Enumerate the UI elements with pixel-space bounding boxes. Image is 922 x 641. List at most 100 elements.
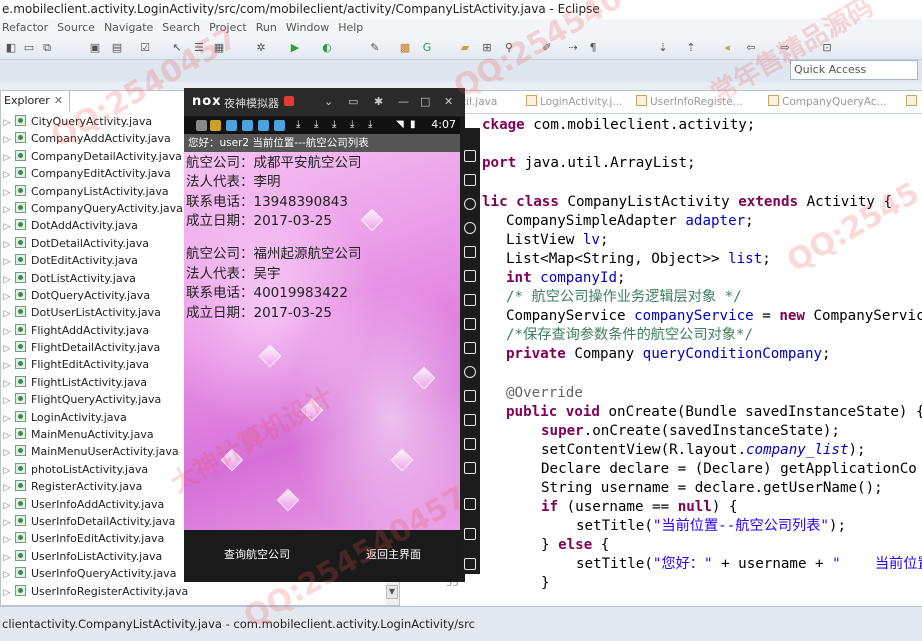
scissors-icon[interactable] bbox=[464, 198, 476, 210]
server-icon[interactable]: ▩ bbox=[398, 41, 412, 55]
code-line: private Company queryConditionCompany; bbox=[506, 346, 831, 362]
back-icon[interactable] bbox=[464, 498, 476, 510]
menu-run[interactable]: Run bbox=[254, 19, 284, 37]
forward-icon[interactable]: ⇨ bbox=[778, 41, 792, 55]
shake-icon[interactable] bbox=[464, 366, 476, 378]
code-line: CompanySimpleAdapter adapter; bbox=[506, 213, 754, 229]
download-icon: ⤓ bbox=[368, 119, 373, 130]
apk-icon[interactable] bbox=[464, 174, 476, 186]
toggle-icon[interactable]: ⇢ bbox=[566, 41, 580, 55]
pin-icon[interactable]: ✐ bbox=[540, 41, 554, 55]
phone-icon[interactable] bbox=[464, 150, 476, 162]
copy-icon[interactable]: ⧉ bbox=[40, 41, 54, 55]
close-icon[interactable]: ✕ bbox=[444, 95, 453, 108]
debug-icon[interactable]: ✲ bbox=[254, 41, 268, 55]
mark-icon[interactable]: ¶ bbox=[586, 41, 600, 55]
tab-label: LoginActivity.j... bbox=[540, 96, 623, 108]
tab-label: UserInfoRegiste... bbox=[650, 96, 743, 108]
next-annotation-icon[interactable]: ⇣ bbox=[656, 41, 670, 55]
multi-instance-icon[interactable] bbox=[464, 414, 476, 426]
prev-annotation-icon[interactable]: ⇡ bbox=[684, 41, 698, 55]
file-name: DotUserListActivity.java bbox=[31, 306, 161, 320]
more-icon[interactable] bbox=[464, 438, 476, 450]
tab-userinfo-register[interactable]: UserInfoRegiste... bbox=[636, 93, 743, 111]
query-company-button[interactable]: 查询航空公司 bbox=[224, 546, 290, 562]
founded-date: 成立日期：2017-03-25 bbox=[186, 305, 332, 321]
tab-util[interactable]: til.java bbox=[462, 93, 497, 111]
code-line: String username = declare.getUserName(); bbox=[541, 480, 883, 496]
scroll-down-icon[interactable]: ▼ bbox=[386, 585, 398, 599]
menu-source[interactable]: Source bbox=[55, 19, 102, 37]
notification-icon bbox=[226, 120, 237, 131]
record-icon[interactable] bbox=[284, 96, 294, 106]
java-file-icon bbox=[15, 201, 26, 213]
open-type-icon[interactable]: ⊞ bbox=[480, 41, 494, 55]
minimize-icon[interactable]: — bbox=[398, 95, 409, 108]
tab-company-query[interactable]: CompanyQueryAc... bbox=[768, 93, 887, 111]
company-list[interactable]: 航空公司：成都平安航空公司 法人代表：李明 联系电话：13948390843 成… bbox=[184, 152, 460, 530]
legal-person: 法人代表：吴宇 bbox=[186, 266, 281, 282]
location-icon[interactable] bbox=[464, 222, 476, 234]
folder-icon[interactable]: ▰ bbox=[458, 41, 472, 55]
file-name: FlightListActivity.java bbox=[31, 375, 148, 389]
code-line: /*保存查询参数条件的航空公司对象*/ bbox=[506, 327, 753, 343]
back-icon[interactable]: ⇦ bbox=[744, 41, 758, 55]
keyboard-icon[interactable]: ▭ bbox=[348, 95, 358, 108]
explorer-file-item[interactable]: ▷ UserInfoRegisterActivity.java bbox=[1, 583, 399, 600]
list-icon[interactable]: ☰ bbox=[192, 41, 206, 55]
menu-help[interactable]: Help bbox=[336, 19, 370, 37]
java-file-icon bbox=[15, 115, 26, 126]
screenshot-icon[interactable] bbox=[464, 390, 476, 402]
recent-apps-icon[interactable] bbox=[464, 558, 476, 570]
folder-icon[interactable] bbox=[464, 270, 476, 282]
refactor-icon[interactable]: ◧ bbox=[4, 41, 18, 55]
tab-explorer[interactable]: Explorer ✕ bbox=[1, 91, 71, 112]
tab-label: CompanyQueryAc... bbox=[782, 96, 887, 108]
menu-search[interactable]: Search bbox=[160, 19, 207, 37]
search-icon[interactable]: ⚲ bbox=[502, 41, 516, 55]
volume-down-icon[interactable] bbox=[464, 318, 476, 330]
new-icon[interactable]: ▭ bbox=[22, 41, 36, 55]
screen-icon[interactable] bbox=[464, 246, 476, 258]
quick-access-input[interactable]: Quick Access bbox=[790, 60, 918, 80]
code-line: /* 航空公司操作业务逻辑层对象 */ bbox=[506, 289, 742, 305]
tab-login-activity[interactable]: LoginActivity.j... bbox=[526, 93, 622, 111]
new-class-icon[interactable]: G bbox=[420, 41, 434, 55]
download-icon: ⤓ bbox=[296, 119, 301, 130]
file-name: DotListActivity.java bbox=[31, 271, 136, 285]
tab-company-list[interactable] bbox=[906, 93, 920, 111]
java-file-icon bbox=[15, 149, 26, 161]
menu-project[interactable]: Project bbox=[207, 19, 254, 37]
window-title: e.mobileclient.activity.LoginActivity/sr… bbox=[0, 0, 922, 19]
perspective-icon[interactable]: ⊡ bbox=[820, 41, 834, 55]
menu-icon[interactable] bbox=[464, 462, 476, 474]
file-name: FlightDetailActivity.java bbox=[31, 341, 161, 355]
nox-emulator-window[interactable]: nox 夜神模拟器 ⌄ ▭ ✱ — □ ✕ ⤓ ⤓ ⤓ ⤓ ⤓ ◥ ▮ 4:07… bbox=[184, 88, 480, 582]
emulator-titlebar[interactable]: nox 夜神模拟器 ⌄ ▭ ✱ — □ ✕ bbox=[184, 88, 465, 116]
apk-install-icon[interactable] bbox=[464, 342, 476, 354]
save-icon[interactable]: ▣ bbox=[88, 41, 102, 55]
menu-navigate[interactable]: Navigate bbox=[102, 19, 160, 37]
expand-arrow-icon[interactable]: ▷ bbox=[1, 585, 13, 602]
java-file-icon bbox=[15, 184, 26, 196]
external-tools-icon[interactable]: ◐ bbox=[320, 41, 334, 55]
close-icon[interactable]: ✕ bbox=[54, 94, 63, 107]
back-to-main-button[interactable]: 返回主界面 bbox=[366, 546, 421, 562]
file-name: DotEditActivity.java bbox=[31, 254, 138, 268]
volume-up-icon[interactable] bbox=[464, 294, 476, 306]
menu-window[interactable]: Window bbox=[284, 19, 336, 37]
last-edit-icon[interactable]: ◂ bbox=[720, 41, 734, 55]
home-icon[interactable] bbox=[464, 528, 476, 540]
code-line: Declare declare = (Declare) getApplicati… bbox=[541, 461, 917, 477]
menu-refactor[interactable]: Refactor bbox=[0, 19, 55, 37]
code-line: setTitle("当前位置--航空公司列表"); bbox=[576, 518, 847, 534]
print-icon[interactable]: ▤ bbox=[110, 41, 124, 55]
gear-icon[interactable]: ✱ bbox=[374, 95, 383, 108]
arrow-icon[interactable]: ↖ bbox=[170, 41, 184, 55]
chevron-down-icon[interactable]: ⌄ bbox=[324, 95, 333, 108]
run-icon[interactable]: ▶ bbox=[288, 41, 302, 55]
grid-icon[interactable]: ▦ bbox=[212, 41, 226, 55]
maximize-icon[interactable]: □ bbox=[420, 95, 430, 108]
pen-icon[interactable]: ✎ bbox=[368, 41, 382, 55]
checkbox-icon[interactable]: ☑ bbox=[138, 41, 152, 55]
